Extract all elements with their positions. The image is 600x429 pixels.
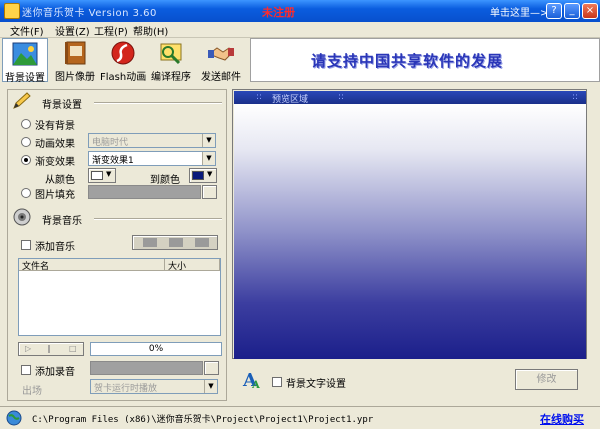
chevron-down-icon: ▼: [202, 134, 215, 147]
image-path-field[interactable]: [88, 185, 201, 199]
menu-settings[interactable]: 设置(Z): [55, 23, 90, 38]
delete-icon: [195, 238, 209, 247]
photo-album-icon: [61, 40, 89, 66]
animation-select[interactable]: 电脑时代 ▼: [88, 133, 216, 148]
radio-no-background[interactable]: [21, 119, 31, 129]
gradient-value: 渐变效果1: [92, 156, 134, 166]
chevron-down-icon: ▼: [106, 170, 112, 178]
divider: [94, 218, 222, 220]
grip-icon: ::: [338, 92, 345, 102]
modify-button[interactable]: 修改: [515, 369, 578, 390]
preview-area[interactable]: [234, 104, 586, 359]
move-icon: [169, 238, 183, 247]
add-recording-label: 添加录音: [35, 367, 75, 378]
tool-label: Flash动画: [100, 72, 147, 83]
minimize-button[interactable]: _: [564, 3, 580, 19]
window-title: 迷你音乐贺卡 Version 3.60: [22, 8, 157, 19]
browse-image-button[interactable]: [202, 185, 217, 199]
tool-label: 图片像册: [55, 72, 95, 83]
exit-label: 出场: [22, 386, 42, 397]
handshake-icon: [207, 40, 235, 66]
tool-label: 编译程序: [151, 72, 191, 83]
chevron-down-icon: ▼: [207, 170, 213, 178]
to-color-picker[interactable]: ▼: [189, 168, 217, 183]
menu-file[interactable]: 文件(F): [10, 23, 44, 38]
add-music-checkbox[interactable]: [21, 240, 31, 250]
column-header-size[interactable]: 大小: [165, 259, 220, 272]
tool-compile[interactable]: 编译程序: [148, 38, 194, 83]
svg-text:A: A: [251, 380, 260, 390]
close-button[interactable]: ×: [582, 3, 598, 19]
pause-icon: ‖: [47, 344, 51, 353]
menu-help[interactable]: 帮助(H): [133, 23, 168, 38]
music-file-list[interactable]: 文件名 大小: [18, 258, 221, 336]
grip-icon: ::: [572, 92, 579, 102]
help-button[interactable]: ?: [546, 3, 562, 19]
bg-text-label: 背景文字设置: [286, 379, 346, 390]
settings-panel: 背景设置 没有背景 动画效果 电脑时代 ▼ 渐变效果 渐变效果1 ▼ 从颜色 ▼…: [7, 89, 227, 401]
grip-icon: ::: [256, 92, 263, 102]
add-music-label: 添加音乐: [35, 242, 75, 253]
from-color-picker[interactable]: ▼: [88, 168, 116, 183]
app-icon: [4, 3, 20, 19]
music-section-title: 背景音乐: [42, 216, 82, 227]
compile-icon: [157, 40, 185, 66]
recording-path-field[interactable]: [90, 361, 203, 375]
radio-gradient[interactable]: [21, 155, 31, 165]
tool-label: 发送邮件: [201, 72, 241, 83]
landscape-icon: [11, 41, 39, 67]
exit-value: 贺卡运行时播放: [94, 384, 158, 394]
chevron-down-icon: ▼: [202, 152, 215, 165]
to-color-label: 到颜色: [150, 175, 180, 186]
from-color-label: 从颜色: [45, 175, 75, 186]
preview-panel: :: 预览区域 :: :: AA 背景文字设置 修改: [232, 89, 593, 401]
tool-background-settings[interactable]: 背景设置: [2, 38, 48, 84]
background-section-title: 背景设置: [42, 100, 82, 111]
from-color-swatch: [91, 171, 103, 180]
radio-animation[interactable]: [21, 137, 31, 147]
title-bar: 迷你音乐贺卡 Version 3.60 未注册 单击这里—>> ? _ ×: [0, 0, 600, 22]
pencil-icon: [12, 92, 32, 110]
tool-send-email[interactable]: 发送邮件: [196, 38, 246, 83]
option-label: 图片填充: [35, 190, 75, 201]
menu-bar: 文件(F) 设置(Z) 工程(P) 帮助(H): [0, 22, 600, 38]
option-label: 渐变效果: [35, 157, 75, 168]
flash-icon: [109, 40, 137, 66]
menu-project[interactable]: 工程(P): [94, 23, 128, 38]
browse-recording-button[interactable]: [204, 361, 219, 375]
option-label: 动画效果: [35, 139, 75, 150]
project-path: C:\Program Files (x86)\迷你音乐贺卡\Project\Pr…: [32, 415, 374, 425]
banner: 请支持中国共享软件的发展: [250, 38, 600, 82]
progress-bar: 0%: [90, 342, 222, 356]
option-label: 没有背景: [35, 121, 75, 132]
banner-text: 请支持中国共享软件的发展: [311, 52, 504, 70]
chevron-down-icon: ▼: [204, 380, 217, 393]
column-header-filename[interactable]: 文件名: [19, 259, 165, 272]
preview-frame: :: 预览区域 :: ::: [232, 89, 587, 359]
music-tool-buttons[interactable]: [132, 235, 218, 250]
speaker-icon: [12, 208, 32, 226]
add-file-icon: [143, 238, 157, 247]
tool-photo-album[interactable]: 图片像册: [52, 38, 98, 83]
animation-value: 电脑时代: [92, 138, 129, 148]
preview-title-bar: :: 预览区域 :: ::: [234, 91, 586, 105]
add-recording-checkbox[interactable]: [21, 365, 31, 375]
tool-flash[interactable]: Flash动画: [100, 38, 147, 83]
playback-controls[interactable]: ▷ ‖ □: [18, 342, 84, 356]
status-bar: C:\Program Files (x86)\迷你音乐贺卡\Project\Pr…: [0, 406, 600, 428]
globe-icon: [6, 410, 22, 426]
bg-text-checkbox[interactable]: [272, 377, 282, 387]
play-icon: ▷: [25, 344, 32, 353]
to-color-swatch: [192, 171, 204, 180]
text-style-icon: AA: [242, 368, 264, 391]
stop-icon: □: [69, 344, 77, 353]
divider: [94, 102, 222, 104]
gradient-select[interactable]: 渐变效果1 ▼: [88, 151, 216, 166]
tool-label: 背景设置: [5, 73, 45, 84]
buy-online-link[interactable]: 在线购买: [540, 411, 584, 427]
unregistered-label: 未注册: [262, 6, 295, 19]
radio-image-fill[interactable]: [21, 188, 31, 198]
exit-select[interactable]: 贺卡运行时播放 ▼: [90, 379, 218, 394]
